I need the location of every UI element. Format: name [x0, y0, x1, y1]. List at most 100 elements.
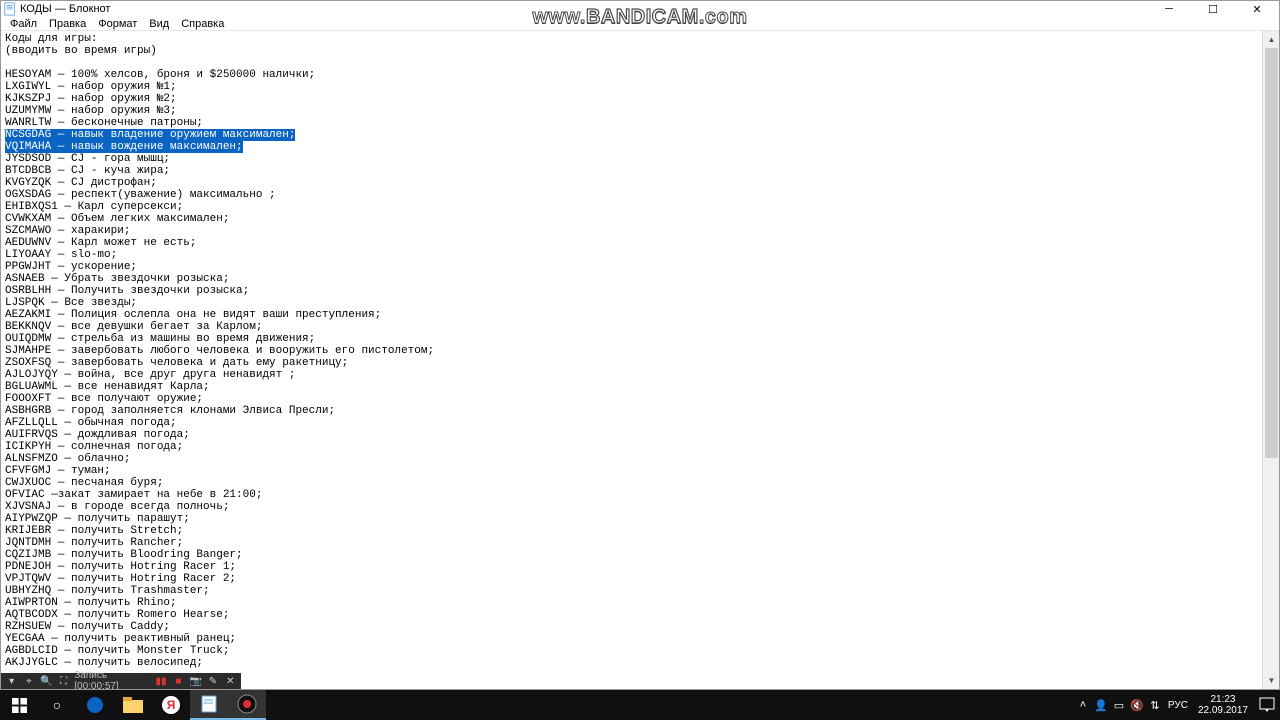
bandicam-camera-icon[interactable]: 📷	[189, 674, 202, 688]
start-button[interactable]	[0, 690, 38, 720]
scroll-up-icon[interactable]: ▲	[1263, 31, 1279, 48]
text-line[interactable]: LXGIWYL — набор оружия №1;	[5, 81, 1258, 93]
text-line[interactable]: AFZLLQLL — обычная погода;	[5, 417, 1258, 429]
tray-notifications-icon[interactable]	[1254, 690, 1280, 720]
notepad-window: КОДЫ — Блокнот ─ ☐ ✕ Файл Правка Формат …	[0, 0, 1280, 690]
text-line[interactable]: PDNEJOH — получить Hotring Racer 1;	[5, 561, 1258, 573]
text-line[interactable]: CFVFGMJ — туман;	[5, 465, 1258, 477]
text-line[interactable]: LJSPQK — Все звезды;	[5, 297, 1258, 309]
text-line[interactable]: WANRLTW — бесконечные патроны;	[5, 117, 1258, 129]
menu-view[interactable]: Вид	[144, 18, 174, 30]
text-area[interactable]: Коды для игры:(вводить во время игры) HES…	[1, 31, 1262, 689]
taskbar-notepad-icon[interactable]	[190, 690, 228, 720]
taskbar: ○ Я ˄ 👤 ▭ 🔇 ⇅ РУС 21:23 22.09.2017	[0, 690, 1280, 720]
text-line[interactable]: OSRBLHH — Получить звездочки розыска;	[5, 285, 1258, 297]
bandicam-menu-icon[interactable]: ▾	[5, 674, 18, 688]
titlebar[interactable]: КОДЫ — Блокнот ─ ☐ ✕	[1, 1, 1279, 17]
text-line[interactable]: ALNSFMZO — облачно;	[5, 453, 1258, 465]
text-line[interactable]: SZCMAWO — харакири;	[5, 225, 1258, 237]
taskbar-cortana-icon[interactable]: ○	[38, 690, 76, 720]
bandicam-target-icon[interactable]: ⌖	[22, 674, 35, 688]
close-button[interactable]: ✕	[1235, 1, 1279, 17]
tray-clock[interactable]: 21:23 22.09.2017	[1192, 694, 1254, 716]
text-line[interactable]: NCSGDAG — навык владение оружием максима…	[5, 129, 1258, 141]
text-line[interactable]: KJKSZPJ — набор оружия №2;	[5, 93, 1258, 105]
bandicam-stop-icon[interactable]: ■	[172, 674, 185, 688]
text-line[interactable]: ASNAEB — Убрать звездочки розыска;	[5, 273, 1258, 285]
tray-volume-icon[interactable]: 🔇	[1128, 690, 1146, 720]
text-line[interactable]: AEZAKMI — Полиция ослепла она не видят в…	[5, 309, 1258, 321]
text-line[interactable]: AIWPRTON — получить Rhino;	[5, 597, 1258, 609]
scrollbar-thumb[interactable]	[1265, 48, 1278, 458]
bandicam-toolbar: ▾ ⌖ 🔍 ⛶ Запись [00:00:57] ▮▮ ■ 📷 ✎ ✕	[1, 673, 241, 689]
bandicam-rec-label: Запись [00:00:57]	[74, 670, 150, 692]
text-line[interactable]: SJMAHPE — завербовать любого человека и …	[5, 345, 1258, 357]
text-line[interactable]: AIYPWZQP — получить парашут;	[5, 513, 1258, 525]
text-line[interactable]: VQIMAHA — навык вождение максимален;	[5, 141, 1258, 153]
text-line[interactable]: UZUMYMW — набор оружия №3;	[5, 105, 1258, 117]
menu-format[interactable]: Формат	[93, 18, 142, 30]
text-line[interactable]: BTCDBCB — CJ - куча жира;	[5, 165, 1258, 177]
text-line[interactable]: VPJTQWV — получить Hotring Racer 2;	[5, 573, 1258, 585]
bandicam-search-icon[interactable]: 🔍	[40, 674, 53, 688]
bandicam-pause-icon[interactable]: ▮▮	[154, 674, 167, 688]
taskbar-yandex-icon[interactable]: Я	[152, 690, 190, 720]
tray-network-icon[interactable]: ⇅	[1146, 690, 1164, 720]
svg-text:Я: Я	[167, 698, 176, 712]
text-line[interactable]: KVGYZQK — CJ дистрофан;	[5, 177, 1258, 189]
menu-file[interactable]: Файл	[5, 18, 42, 30]
text-line[interactable]: AKJJYGLC — получить велосипед;	[5, 657, 1258, 669]
menu-help[interactable]: Справка	[176, 18, 229, 30]
taskbar-explorer-icon[interactable]	[114, 690, 152, 720]
text-line[interactable]: AQTBCODX — получить Romero Hearse;	[5, 609, 1258, 621]
tray-battery-icon[interactable]: ▭	[1110, 690, 1128, 720]
text-line[interactable]: OFVIAC —закат замирает на небе в 21:00;	[5, 489, 1258, 501]
text-line[interactable]: FOOOXFT — все получают оружие;	[5, 393, 1258, 405]
text-line[interactable]: AGBDLCID — получить Monster Truck;	[5, 645, 1258, 657]
text-line[interactable]: ZSOXFSQ — завербовать человека и дать ем…	[5, 357, 1258, 369]
text-line[interactable]: HESOYAM — 100% хелсов, броня и $250000 н…	[5, 69, 1258, 81]
text-line[interactable]	[5, 57, 1258, 69]
text-line[interactable]: (вводить во время игры)	[5, 45, 1258, 57]
text-line[interactable]: Коды для игры:	[5, 33, 1258, 45]
text-line[interactable]: XJVSNAJ — в городе всегда полночь;	[5, 501, 1258, 513]
text-line[interactable]: OGXSDAG — респект(уважение) максимально …	[5, 189, 1258, 201]
menu-edit[interactable]: Правка	[44, 18, 91, 30]
text-line[interactable]: PPGWJHT — ускорение;	[5, 261, 1258, 273]
scroll-down-icon[interactable]: ▼	[1263, 672, 1279, 689]
tray-chevron-icon[interactable]: ˄	[1074, 690, 1092, 720]
text-line[interactable]: OUIQDMW — стрельба из машины во время дв…	[5, 333, 1258, 345]
bandicam-close-icon[interactable]: ✕	[224, 674, 237, 688]
tray-time: 21:23	[1198, 694, 1248, 705]
text-line[interactable]: JYSDSOD — CJ - гора мышц;	[5, 153, 1258, 165]
text-line[interactable]: CVWKXAM — Объем легких максимален;	[5, 213, 1258, 225]
minimize-button[interactable]: ─	[1147, 1, 1191, 17]
text-line[interactable]: AJLOJYQY — война, все друг друга ненавид…	[5, 369, 1258, 381]
text-line[interactable]: ICIKPYH — солнечная погода;	[5, 441, 1258, 453]
menubar: Файл Правка Формат Вид Справка	[1, 17, 1279, 31]
maximize-button[interactable]: ☐	[1191, 1, 1235, 17]
text-line[interactable]: JQNTDMH — получить Rancher;	[5, 537, 1258, 549]
tray-people-icon[interactable]: 👤	[1092, 690, 1110, 720]
bandicam-pencil-icon[interactable]: ✎	[206, 674, 219, 688]
text-line[interactable]: ASBHGRB — город заполняется клонами Элви…	[5, 405, 1258, 417]
system-tray: ˄ 👤 ▭ 🔇 ⇅ РУС 21:23 22.09.2017	[1074, 690, 1280, 720]
text-line[interactable]: AEDUWNV — Карл может не есть;	[5, 237, 1258, 249]
text-line[interactable]: EHIBXQS1 — Карл суперсекси;	[5, 201, 1258, 213]
text-line[interactable]: UBHYZHQ — получить Trashmaster;	[5, 585, 1258, 597]
bandicam-fullscreen-icon[interactable]: ⛶	[57, 674, 70, 688]
text-line[interactable]: BEKKNQV — все девушки бегает за Карлом;	[5, 321, 1258, 333]
text-line[interactable]: CQZIJMB — получить Bloodring Banger;	[5, 549, 1258, 561]
text-line[interactable]: KRIJEBR — получить Stretch;	[5, 525, 1258, 537]
taskbar-bandicam-icon[interactable]	[228, 690, 266, 720]
notepad-icon	[3, 2, 17, 16]
vertical-scrollbar[interactable]: ▲ ▼	[1262, 31, 1279, 689]
text-line[interactable]: CWJXUOC — песчаная буря;	[5, 477, 1258, 489]
text-line[interactable]: RZHSUEW — получить Caddy;	[5, 621, 1258, 633]
tray-language[interactable]: РУС	[1164, 700, 1192, 711]
taskbar-edge-icon[interactable]	[76, 690, 114, 720]
text-line[interactable]: LIYOAAY — slo-mo;	[5, 249, 1258, 261]
text-line[interactable]: BGLUAWML — все ненавидят Карла;	[5, 381, 1258, 393]
text-line[interactable]: YECGAA — получить реактивный ранец;	[5, 633, 1258, 645]
text-line[interactable]: AUIFRVQS — дождливая погода;	[5, 429, 1258, 441]
